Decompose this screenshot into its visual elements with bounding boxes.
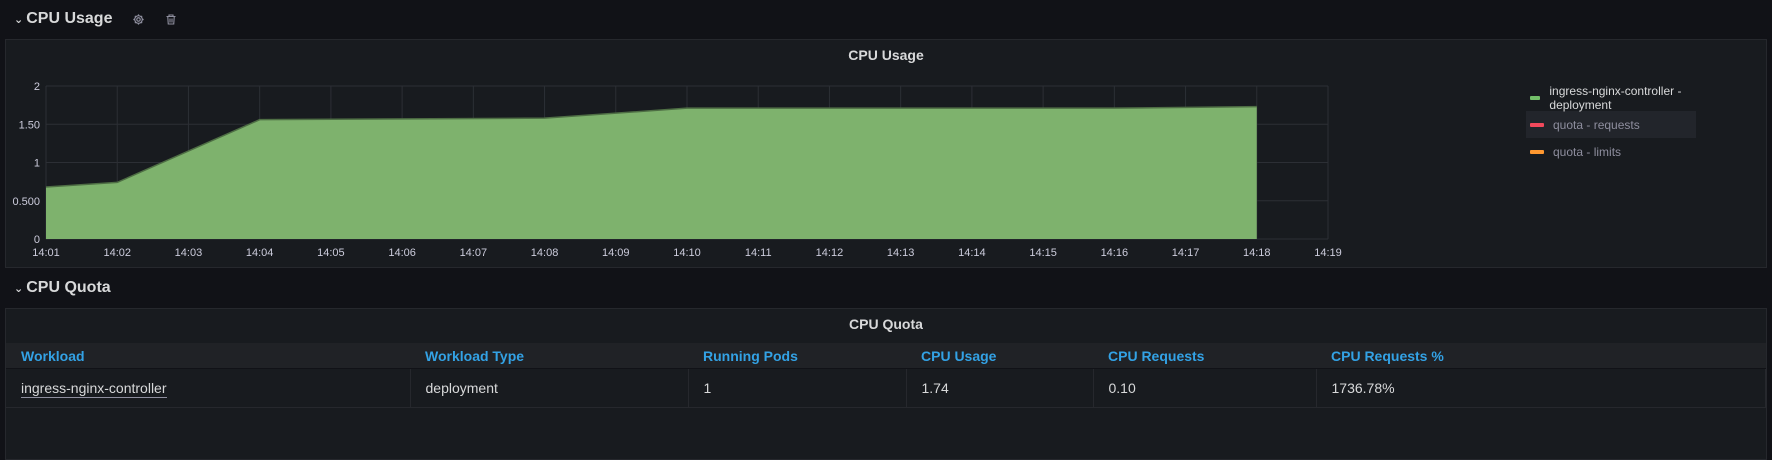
legend-swatch	[1530, 122, 1544, 127]
x-tick-label: 14:06	[388, 247, 416, 259]
legend-label: quota - limits	[1553, 144, 1622, 159]
x-tick-label: 14:19	[1314, 247, 1342, 259]
trash-icon[interactable]	[165, 13, 177, 26]
cell-cpu-requests: 0.10	[1093, 368, 1317, 408]
column-header-cpu-usage[interactable]: CPU Usage	[906, 343, 1093, 369]
x-tick-label: 14:05	[317, 247, 345, 259]
cpu-quota-panel: CPU Quota Workload Workload Type Running…	[5, 308, 1767, 460]
cell-cpu-usage: 1.74	[906, 368, 1094, 408]
table-row: ingress-nginx-controller deployment 1 1.…	[6, 368, 1766, 408]
column-header-cpu-requests-pct[interactable]: CPU Requests %	[1316, 343, 1766, 369]
legend-swatch	[1530, 149, 1544, 154]
x-tick-label: 14:08	[531, 247, 559, 259]
legend-swatch	[1530, 95, 1541, 100]
row-header-cpu-usage[interactable]: ⌄ CPU Usage	[14, 7, 177, 31]
chevron-down-icon[interactable]: ⌄	[14, 13, 23, 26]
gear-icon[interactable]	[132, 13, 145, 26]
x-tick-label: 14:12	[816, 247, 844, 259]
row-title[interactable]: CPU Quota	[26, 279, 110, 297]
table-header-row: Workload Workload Type Running Pods CPU …	[6, 343, 1766, 369]
y-tick-label: 1.50	[19, 119, 40, 131]
y-tick-label: 1	[34, 158, 40, 170]
column-header-cpu-requests[interactable]: CPU Requests	[1093, 343, 1316, 369]
x-tick-label: 14:14	[958, 247, 986, 259]
x-tick-label: 14:15	[1029, 247, 1057, 259]
cell-workload[interactable]: ingress-nginx-controller	[6, 368, 411, 408]
column-header-running-pods[interactable]: Running Pods	[688, 343, 906, 369]
column-header-workload[interactable]: Workload	[6, 343, 410, 369]
x-tick-label: 14:09	[602, 247, 630, 259]
workload-link[interactable]: ingress-nginx-controller	[21, 380, 167, 398]
series-area	[46, 106, 1257, 239]
x-tick-label: 14:02	[103, 247, 131, 259]
x-tick-label: 14:13	[887, 247, 915, 259]
x-tick-label: 14:03	[175, 247, 203, 259]
row-header-cpu-quota[interactable]: ⌄ CPU Quota	[14, 276, 111, 300]
chart-legend: ingress-nginx-controller - deployment qu…	[1526, 84, 1696, 165]
x-tick-label: 14:07	[460, 247, 488, 259]
legend-label: ingress-nginx-controller - deployment	[1549, 83, 1682, 112]
legend-item-quota-requests[interactable]: quota - requests	[1526, 111, 1696, 138]
x-tick-label: 14:11	[745, 247, 772, 259]
row-title[interactable]: CPU Usage	[26, 10, 112, 28]
y-tick-label: 0	[34, 234, 40, 246]
cpu-usage-chart: 0 0.500 1 1.50 2 14:01 14:02 14:03 14:04 14:05 14:…	[12, 81, 1342, 259]
cell-workload-type: deployment	[410, 368, 689, 408]
x-tick-label: 14:04	[246, 247, 274, 259]
x-tick-label: 14:18	[1243, 247, 1271, 259]
cpu-usage-panel: CPU Usage 0 0.500 1 1.50 2 14:01 14:02 14:03 14:…	[5, 39, 1767, 268]
legend-item-quota-limits[interactable]: quota - limits	[1526, 138, 1696, 165]
quota-table: Workload Workload Type Running Pods CPU …	[6, 343, 1766, 408]
y-tick-label: 0.500	[12, 196, 40, 208]
chevron-down-icon[interactable]: ⌄	[14, 282, 23, 295]
y-tick-label: 2	[34, 81, 40, 93]
x-tick-label: 14:16	[1101, 247, 1129, 259]
column-header-workload-type[interactable]: Workload Type	[410, 343, 688, 369]
legend-label: quota - requests	[1553, 117, 1640, 132]
x-tick-label: 14:01	[32, 247, 60, 259]
panel-title[interactable]: CPU Quota	[6, 309, 1766, 339]
cell-running-pods: 1	[688, 368, 907, 408]
x-tick-label: 14:17	[1172, 247, 1200, 259]
legend-item-deployment[interactable]: ingress-nginx-controller - deployment	[1526, 83, 1696, 112]
cell-cpu-requests-pct: 1736.78%	[1316, 368, 1766, 408]
x-tick-label: 14:10	[673, 247, 701, 259]
